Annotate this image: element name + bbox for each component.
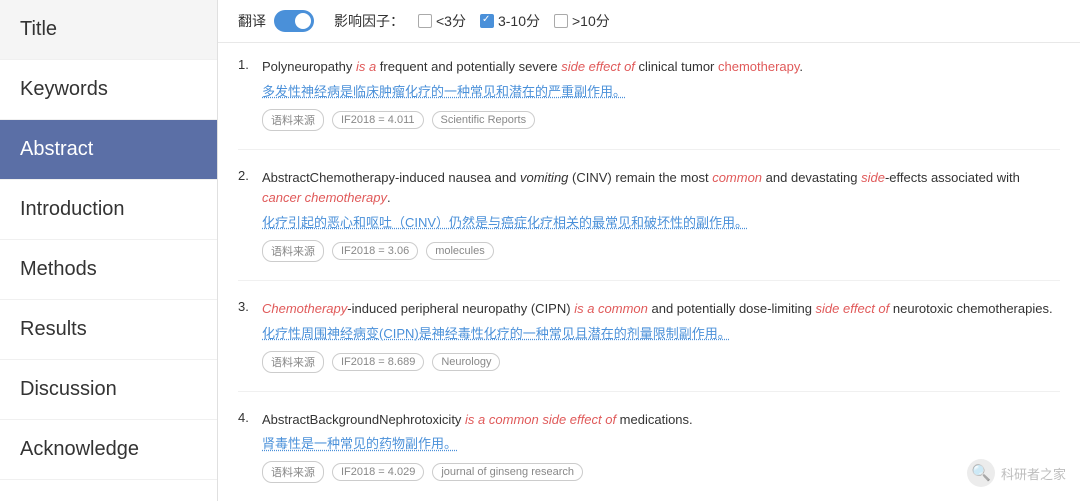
sidebar-item-acknowledge[interactable]: Acknowledge [0,420,217,480]
translate-toggle-group: 翻译 [238,10,314,32]
checkbox-3to10[interactable] [480,14,494,28]
toolbar: 翻译 影响因子： <3分 3-10分 >10分 [218,0,1080,43]
en-part: . [387,190,391,205]
tag-if: IF2018 = 4.011 [332,111,424,129]
entry-header-1: 1. Polyneuropathy is a frequent and poten… [238,57,1060,78]
en-part: Polyneuropathy [262,59,356,74]
entry-num-1: 1. [238,57,258,72]
factor-option-3to10[interactable]: 3-10分 [480,11,540,31]
en-part: . [799,59,803,74]
tag-journal: molecules [426,242,494,260]
en-part: is a common side effect of [465,412,616,427]
entry-header-2: 2. AbstractChemotherapy-induced nausea an… [238,168,1060,210]
tag-journal: Neurology [432,353,500,371]
tag-source: 语料来源 [262,351,324,373]
factor-option-lt3[interactable]: <3分 [418,11,466,31]
checkbox-lt3[interactable] [418,14,432,28]
translate-toggle[interactable] [274,10,314,32]
en-part: -effects associated with [885,170,1020,185]
sidebar-item-abstract[interactable]: Abstract [0,120,217,180]
en-part: -induced peripheral neuropathy (CIPN) [347,301,574,316]
entry-en-4: AbstractBackgroundNephrotoxicity is a co… [262,410,1060,431]
tag-source: 语料来源 [262,240,324,262]
tag-journal: Scientific Reports [432,111,536,129]
en-part: clinical tumor [635,59,718,74]
tag-if: IF2018 = 4.029 [332,463,424,481]
content-area: 1. Polyneuropathy is a frequent and poten… [218,43,1080,501]
entry-2: 2. AbstractChemotherapy-induced nausea an… [238,168,1060,281]
en-part: and devastating [762,170,861,185]
sidebar-item-results[interactable]: Results [0,300,217,360]
sidebar-item-keywords[interactable]: Keywords [0,60,217,120]
factor-label-3to10: 3-10分 [498,11,540,31]
entry-zh-3: 化疗性周围神经病变(CIPN)是神经毒性化疗的一种常见且潜在的剂量限制副作用。 [262,324,1060,345]
entry-zh-4: 肾毒性是一种常见的药物副作用。 [262,434,1060,455]
en-part: and potentially dose-limiting [648,301,816,316]
entry-zh-1: 多发性神经病是临床肿瘤化疗的一种常见和潜在的严重副作用。 [262,82,1060,103]
en-part: cancer chemotherapy [262,190,387,205]
entry-tags-3: 语料来源 IF2018 = 8.689 Neurology [262,351,1060,373]
en-part: is a [356,59,376,74]
entry-num-4: 4. [238,410,258,425]
factor-label-lt3: <3分 [436,11,466,31]
tag-source: 语料来源 [262,461,324,483]
en-part: frequent and potentially severe [376,59,561,74]
entry-tags-1: 语料来源 IF2018 = 4.011 Scientific Reports [262,109,1060,131]
main-content: 翻译 影响因子： <3分 3-10分 >10分 1. Polyneuropathy is … [218,0,1080,501]
en-part: Chemotherapy [262,301,347,316]
entry-header-3: 3. Chemotherapy-induced peripheral neurop… [238,299,1060,320]
checkbox-gt10[interactable] [554,14,568,28]
factor-group: 影响因子： <3分 3-10分 >10分 [334,11,610,31]
entry-en-2: AbstractChemotherapy-induced nausea and … [262,168,1060,210]
tag-source: 语料来源 [262,109,324,131]
entry-4: 4. AbstractBackgroundNephrotoxicity is a … [238,410,1060,501]
entry-3: 3. Chemotherapy-induced peripheral neurop… [238,299,1060,392]
sidebar-item-discussion[interactable]: Discussion [0,360,217,420]
en-part: medications. [616,412,693,427]
entry-en-3: Chemotherapy-induced peripheral neuropat… [262,299,1060,320]
entry-en-1: Polyneuropathy is a frequent and potenti… [262,57,1060,78]
entry-num-3: 3. [238,299,258,314]
translate-label: 翻译 [238,11,266,31]
en-part: neurotoxic chemotherapies. [889,301,1052,316]
factor-option-gt10[interactable]: >10分 [554,11,610,31]
entry-header-4: 4. AbstractBackgroundNephrotoxicity is a … [238,410,1060,431]
entry-1: 1. Polyneuropathy is a frequent and poten… [238,57,1060,150]
en-part: vomiting [520,170,568,185]
factor-label-gt10: >10分 [572,11,610,31]
entry-zh-2: 化疗引起的恶心和呕吐（CINV）仍然是与癌症化疗相关的最常见和破坏性的副作用。 [262,213,1060,234]
entry-num-2: 2. [238,168,258,183]
en-part: side effect of [816,301,890,316]
tag-if: IF2018 = 8.689 [332,353,424,371]
en-part: side [861,170,885,185]
sidebar-item-introduction[interactable]: Introduction [0,180,217,240]
en-part: side effect of [561,59,635,74]
factor-label: 影响因子： [334,11,404,31]
sidebar-item-title[interactable]: Title [0,0,217,60]
tag-journal: journal of ginseng research [432,463,583,481]
sidebar: TitleKeywordsAbstractIntroductionMethods… [0,0,218,501]
tag-if: IF2018 = 3.06 [332,242,418,260]
en-part: common [712,170,762,185]
en-part: AbstractBackgroundNephrotoxicity [262,412,465,427]
en-part: (CINV) remain the most [568,170,712,185]
en-part: chemotherapy [718,59,799,74]
sidebar-item-methods[interactable]: Methods [0,240,217,300]
en-part: is a common [574,301,648,316]
entry-tags-4: 语料来源 IF2018 = 4.029 journal of ginseng res… [262,461,1060,483]
entry-tags-2: 语料来源 IF2018 = 3.06 molecules [262,240,1060,262]
en-part: AbstractChemotherapy-induced nausea and [262,170,520,185]
